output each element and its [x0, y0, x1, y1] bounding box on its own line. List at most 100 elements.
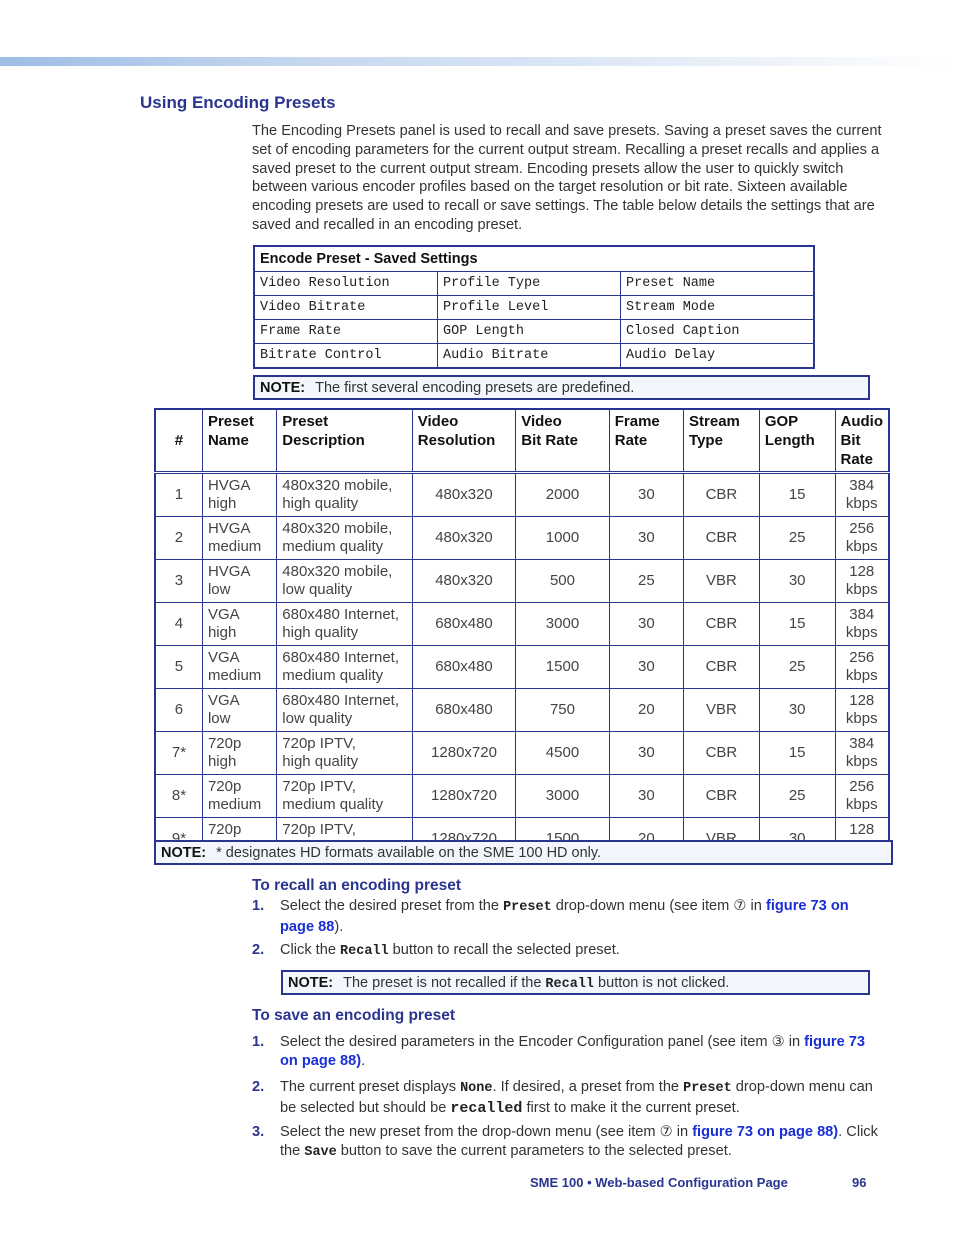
table-cell: GOP Length [437, 319, 621, 344]
note-recall: NOTE: The preset is not recalled if the R… [281, 970, 870, 995]
preset-number: 8* [154, 774, 203, 818]
step-number: 3. [252, 1124, 265, 1140]
column-header: Frame Rate [608, 409, 684, 474]
preset-menu-ref: Preset [683, 1081, 732, 1096]
preset-name: HVGA low [201, 559, 278, 603]
audio-bit-rate: 128 kbps [834, 559, 890, 603]
save-step-1: 1. Select the desired parameters in the … [252, 1034, 865, 1069]
audio-bit-rate: 256 kbps [834, 774, 890, 818]
gop-length: 15 [758, 731, 836, 775]
table-row: 5 VGA medium 680x480 Internet, medium qualit… [154, 645, 890, 689]
video-bit-rate: 750 [515, 688, 610, 732]
table-row: 6 VGA low 680x480 Internet, low quality 680x4… [154, 688, 890, 732]
saved-settings-table: Encode Preset - Saved Settings Video Res… [253, 245, 815, 369]
table-row: 4 VGA high 680x480 Internet, high quality 680… [154, 602, 890, 646]
preset-number: 7* [154, 731, 203, 775]
stream-type: CBR [683, 472, 760, 517]
preset-description: 680x480 Internet, low quality [276, 688, 413, 732]
step-number: 1. [252, 1034, 265, 1050]
frame-rate: 30 [608, 602, 685, 646]
page-footer: SME 100 • Web-based Configuration Page 9… [530, 1175, 866, 1190]
video-resolution: 1280x720 [411, 731, 517, 775]
table-cell: Profile Level [437, 295, 621, 320]
preset-number: 4 [154, 602, 203, 646]
audio-bit-rate: 256 kbps [834, 645, 890, 689]
frame-rate: 30 [608, 774, 685, 818]
stream-type: CBR [683, 774, 760, 818]
column-header: Stream Type [683, 409, 760, 474]
stream-type: CBR [683, 731, 760, 775]
frame-rate: 30 [608, 645, 685, 689]
frame-rate: 30 [608, 516, 685, 560]
table-row: Video Resolution Profile Type Preset Nam… [253, 271, 815, 296]
preset-description: 480x320 mobile, high quality [276, 472, 413, 517]
preset-name: 720p medium [201, 774, 278, 818]
save-title: To save an encoding preset [252, 1007, 455, 1024]
none-value-ref: None [460, 1081, 493, 1096]
preset-name: VGA high [201, 602, 278, 646]
stream-type: VBR [683, 688, 760, 732]
preset-number: 5 [154, 645, 203, 689]
video-bit-rate: 3000 [515, 774, 610, 818]
video-resolution: 480x320 [411, 516, 517, 560]
table-header-row: # Preset Name Preset Description Video Resolut… [155, 409, 889, 474]
video-resolution: 680x480 [411, 688, 517, 732]
preset-description: 480x320 mobile, low quality [276, 559, 413, 603]
stream-type: CBR [683, 516, 760, 560]
page-number: 96 [852, 1175, 867, 1190]
note-label: NOTE: [288, 975, 334, 991]
presets-table: # Preset Name Preset Description Video Resolut… [154, 408, 890, 862]
frame-rate: 25 [608, 559, 685, 603]
item-7-marker: ⑦ [659, 1124, 673, 1140]
recall-step-2: 2. Click the Recall button to recall the… [252, 942, 620, 959]
audio-bit-rate: 128 kbps [834, 688, 890, 732]
table-row: 1 HVGA high 480x320 mobile, high quality 480x… [154, 472, 890, 517]
preset-name: VGA low [201, 688, 278, 732]
video-bit-rate: 1000 [515, 516, 610, 560]
save-button-ref: Save [304, 1144, 337, 1160]
table-cell: Audio Bitrate [437, 343, 621, 369]
video-bit-rate: 500 [515, 559, 610, 603]
figure-73-link[interactable]: figure 73 on page 88) [692, 1124, 838, 1140]
recall-step-1: 1. Select the desired preset from the Pr… [252, 898, 849, 935]
table-row: 7* 720p high 720p IPTV, high quality 1280x720… [154, 731, 890, 775]
step-number: 2. [252, 942, 265, 958]
video-resolution: 1280x720 [411, 774, 517, 818]
column-header: Preset Name [201, 409, 277, 474]
column-header: Audio Bit Rate [834, 409, 889, 474]
item-3-marker: ③ [771, 1034, 785, 1050]
gop-length: 30 [758, 559, 836, 603]
preset-description: 720p IPTV, high quality [276, 731, 413, 775]
intro-paragraph: The Encoding Presets panel is used to re… [252, 123, 882, 233]
table-row: 3 HVGA low 480x320 mobile, low quality 480x32… [154, 559, 890, 603]
table-cell: Closed Caption [620, 319, 815, 344]
item-7-marker: ⑦ [733, 898, 747, 914]
preset-name: 720p high [201, 731, 278, 775]
column-header: # [155, 409, 203, 474]
column-header: Video Resolution [411, 409, 516, 474]
audio-bit-rate: 384 kbps [834, 472, 890, 517]
frame-rate: 20 [608, 688, 685, 732]
stream-type: VBR [683, 559, 760, 603]
frame-rate: 30 [608, 472, 685, 517]
video-resolution: 680x480 [411, 645, 517, 689]
table-cell: Preset Name [620, 271, 815, 296]
table-cell: Bitrate Control [253, 343, 438, 369]
recalled-ref: recalled [450, 1099, 523, 1117]
note-predefined: NOTE: The first several encoding presets … [253, 375, 870, 400]
column-header: Preset Description [276, 409, 413, 474]
gop-length: 15 [758, 472, 836, 517]
preset-number: 3 [154, 559, 203, 603]
table-row: Video Bitrate Profile Level Stream Mode [253, 295, 815, 320]
column-header: Video Bit Rate [515, 409, 610, 474]
gop-length: 15 [758, 602, 836, 646]
table-cell: Stream Mode [620, 295, 815, 320]
preset-description: 680x480 Internet, medium quality [276, 645, 413, 689]
video-bit-rate: 2000 [515, 472, 610, 517]
note-label: NOTE: [161, 845, 207, 861]
table-row: Bitrate Control Audio Bitrate Audio Dela… [253, 343, 815, 369]
header-gradient-bar [0, 57, 954, 66]
footer-title: SME 100 • Web-based Configuration Page [530, 1175, 788, 1190]
save-step-2: 2. The current preset displays None. If … [252, 1079, 873, 1117]
preset-name: HVGA medium [201, 516, 278, 560]
